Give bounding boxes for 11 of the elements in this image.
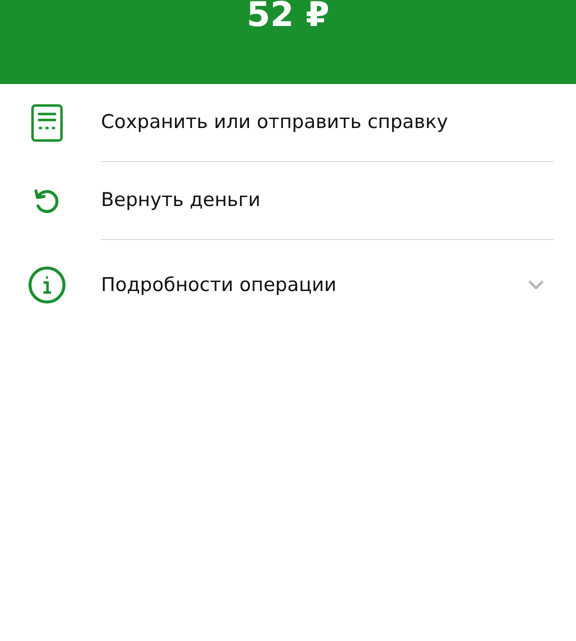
- info-icon: [28, 266, 66, 304]
- action-item[interactable]: Подробности операции: [0, 240, 576, 330]
- action-item[interactable]: Вернуть деньги: [0, 162, 576, 240]
- chevron-icon[interactable]: [528, 280, 544, 290]
- document-icon: [30, 104, 62, 142]
- action-label: Сохранить или отправить справку: [101, 110, 449, 136]
- action-label: Подробности операции: [101, 272, 338, 298]
- undo-icon: [32, 187, 60, 215]
- action-item[interactable]: Сохранить или отправить справку: [0, 84, 576, 162]
- action-label: Вернуть деньги: [101, 188, 262, 214]
- amount: 52 ₽: [246, 0, 330, 32]
